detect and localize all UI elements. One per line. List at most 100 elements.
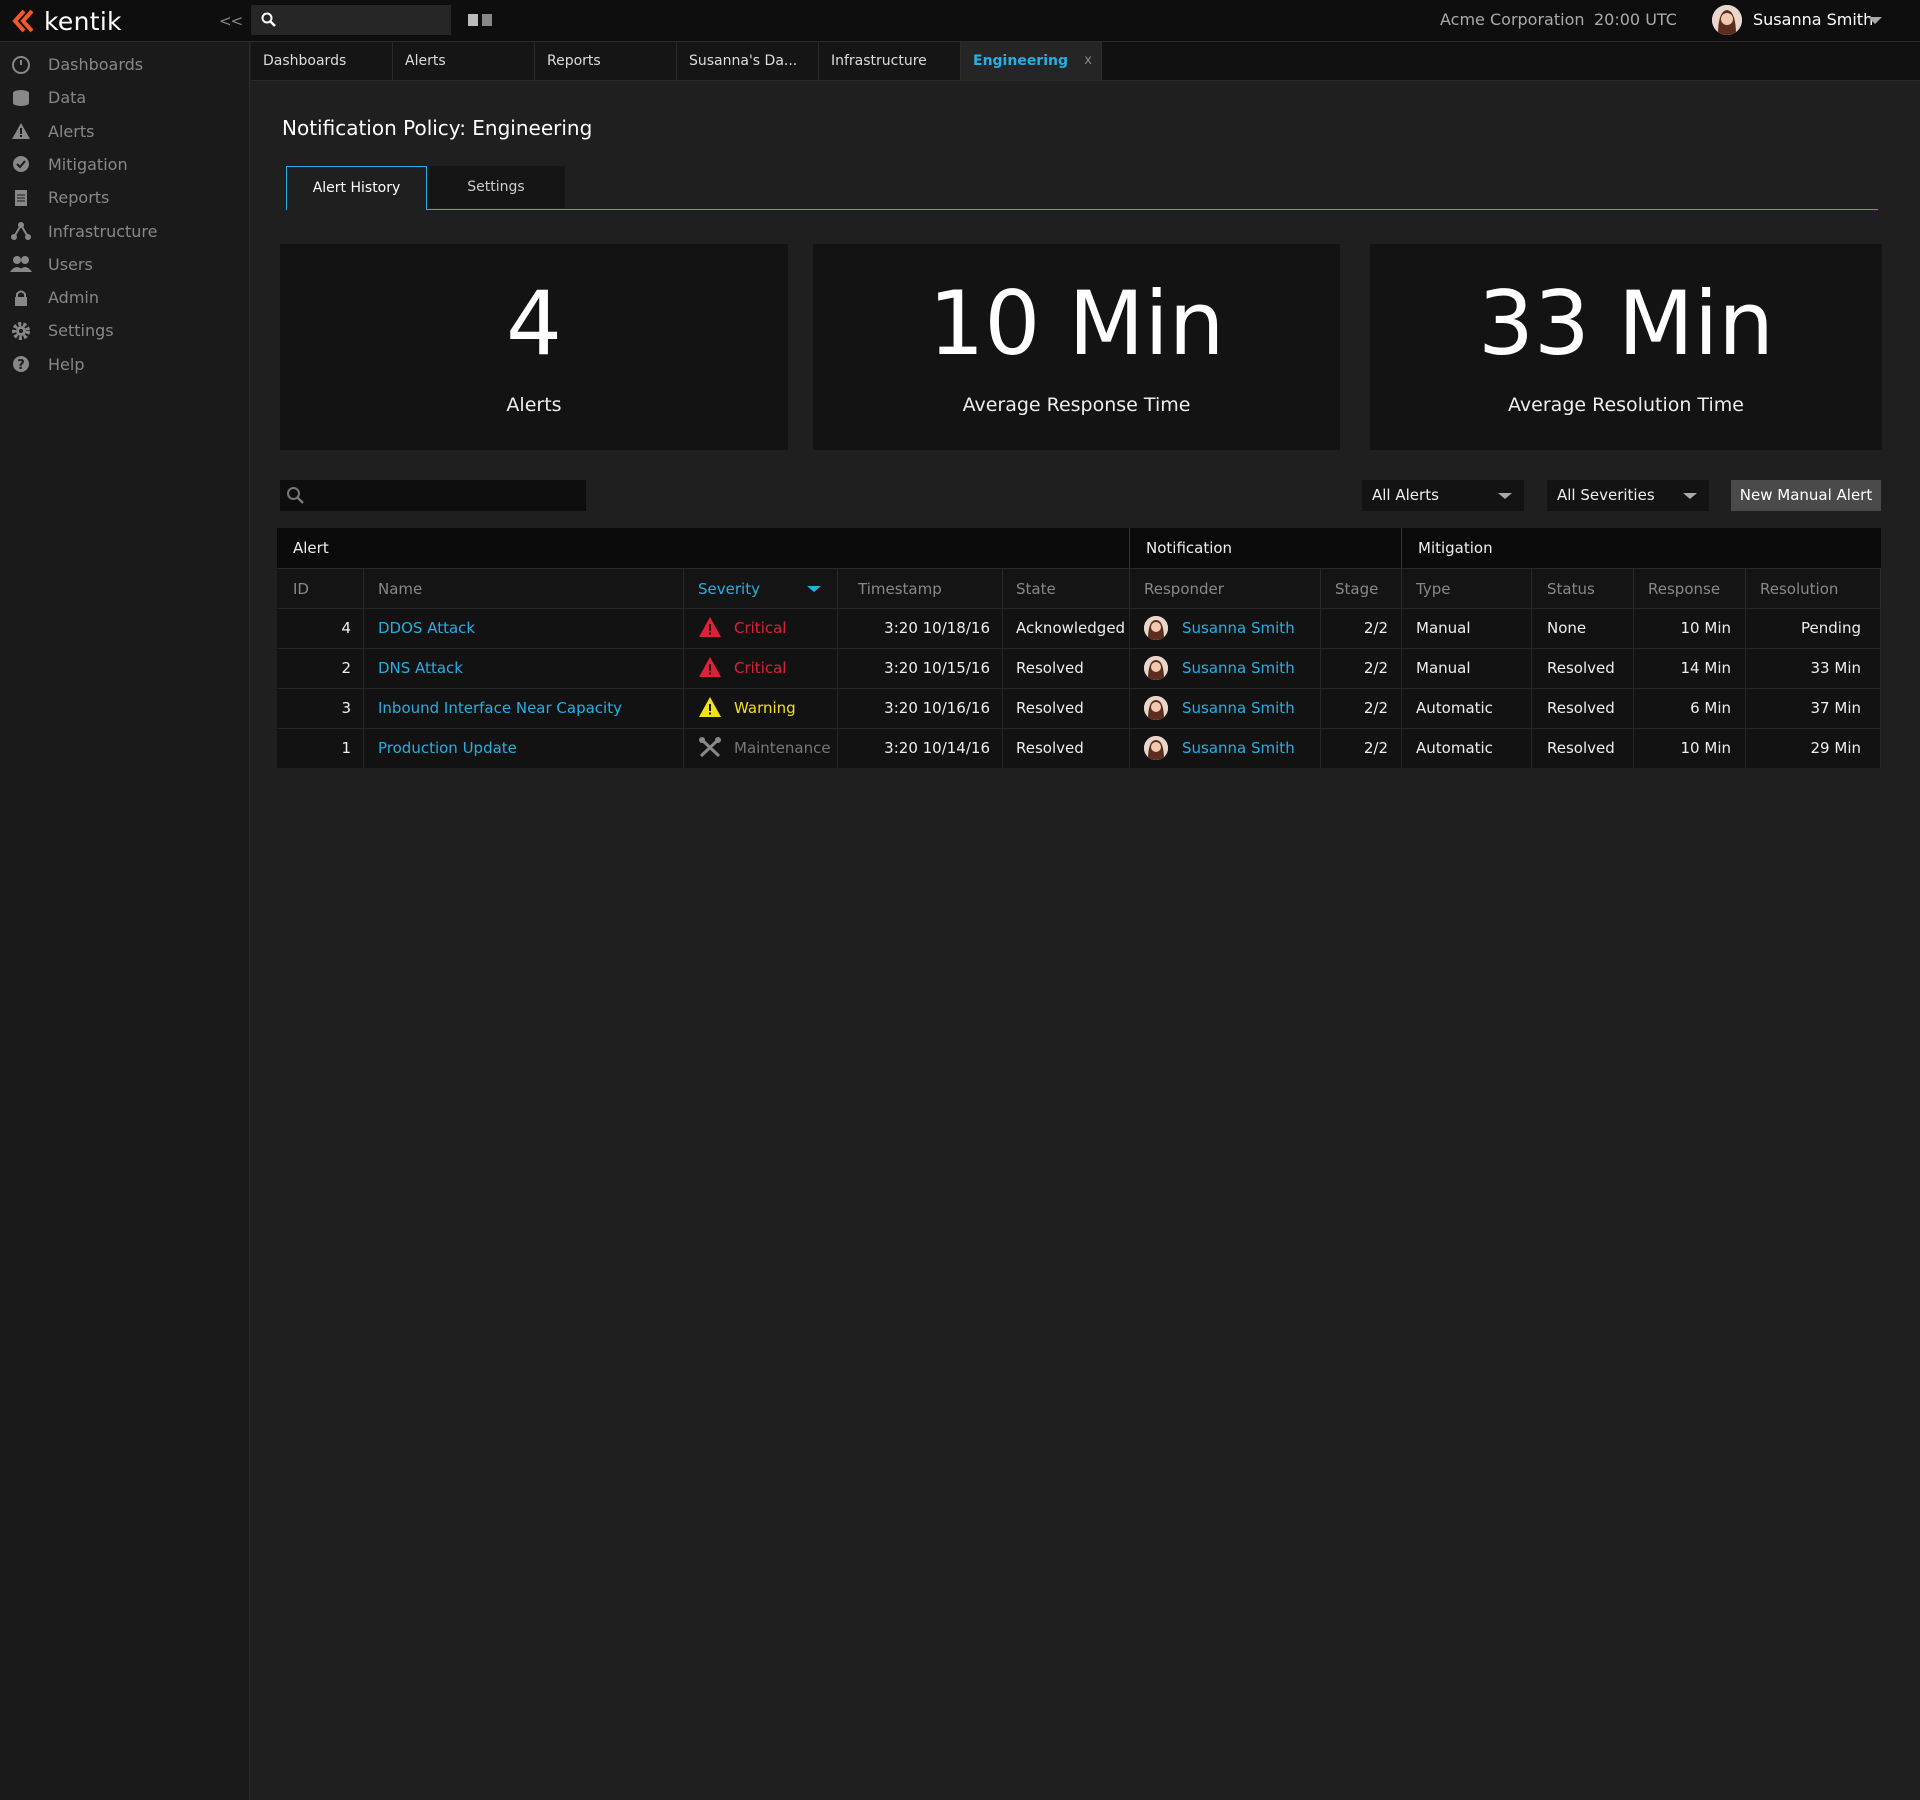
responder-text[interactable]: Susanna Smith (1182, 659, 1295, 677)
sidebar-item-infrastructure[interactable]: Infrastructure (0, 215, 249, 248)
critical-warning-icon (698, 656, 734, 677)
cell-name[interactable]: DNS Attack (364, 649, 684, 688)
id-text: 3 (341, 699, 351, 717)
sidebar-item-help[interactable]: ? Help (0, 348, 249, 381)
collapse-sidebar-button[interactable]: << (219, 12, 243, 30)
sidebar-item-settings[interactable]: Settings (0, 314, 249, 347)
cell-responder[interactable]: Susanna Smith (1130, 609, 1321, 648)
column-header-severity[interactable]: Severity (684, 568, 838, 608)
sidebar-item-label: Settings (48, 321, 114, 341)
cell-timestamp: 3:20 10/18/16 (838, 609, 1003, 648)
column-header-stage[interactable]: Stage (1321, 568, 1402, 608)
name-text[interactable]: DDOS Attack (378, 619, 475, 637)
sidebar-item-users[interactable]: Users (0, 248, 249, 281)
column-header-responder[interactable]: Responder (1130, 568, 1321, 608)
column-header-state[interactable]: State (1003, 568, 1130, 608)
column-header-id[interactable]: ID (277, 568, 364, 608)
user-avatar[interactable] (1712, 5, 1742, 35)
stat-card-resolution-time: 33 Min Average Resolution Time (1370, 244, 1882, 450)
timestamp-text: 3:20 10/16/16 (884, 699, 990, 717)
chevron-down-icon (1498, 493, 1512, 499)
resolution-text: 33 Min (1810, 659, 1861, 677)
name-text[interactable]: Production Update (378, 739, 517, 757)
sidebar-item-reports[interactable]: Reports (0, 181, 249, 214)
sidebar-item-mitigation[interactable]: Mitigation (0, 148, 249, 181)
cell-id: 1 (277, 729, 364, 768)
name-text[interactable]: DNS Attack (378, 659, 463, 677)
tab-reports[interactable]: Reports (535, 42, 677, 80)
tab-infrastructure[interactable]: Infrastructure (819, 42, 961, 80)
tab-alerts[interactable]: Alerts (393, 42, 535, 80)
cell-name[interactable]: Inbound Interface Near Capacity (364, 689, 684, 728)
tab-susanna-s-da[interactable]: Susanna's Da... (677, 42, 819, 80)
column-header-timestamp[interactable]: Timestamp (838, 568, 1003, 608)
stage-text: 2/2 (1363, 659, 1388, 677)
column-header-label: Responder (1144, 580, 1224, 598)
table-row[interactable]: 2 DNS Attack Critical 3:20 10/15/16 Resolved… (277, 648, 1881, 688)
sidebar-item-alerts[interactable]: Alerts (0, 115, 249, 148)
sort-desc-icon[interactable] (807, 586, 821, 592)
column-header-name[interactable]: Name (364, 568, 684, 608)
table-row[interactable]: 3 Inbound Interface Near Capacity Warning 3… (277, 688, 1881, 728)
column-header-label: Timestamp (858, 580, 942, 598)
cell-name[interactable]: DDOS Attack (364, 609, 684, 648)
table-search-input[interactable] (280, 480, 586, 511)
responder-text[interactable]: Susanna Smith (1182, 739, 1295, 757)
new-manual-alert-button[interactable]: New Manual Alert (1731, 480, 1881, 511)
id-text: 4 (341, 619, 351, 637)
sidebar-item-dashboards[interactable]: Dashboards (0, 48, 249, 81)
column-header-label: Severity (698, 580, 760, 598)
user-menu-caret-icon[interactable] (1868, 17, 1882, 24)
svg-text:?: ? (17, 358, 25, 373)
cell-name[interactable]: Production Update (364, 729, 684, 768)
sidebar-item-admin[interactable]: Admin (0, 281, 249, 314)
stage-text: 2/2 (1363, 739, 1388, 757)
column-header-label: ID (293, 580, 309, 598)
status-text: Resolved (1547, 659, 1615, 677)
tab-label: Reports (547, 53, 601, 69)
cell-responder[interactable]: Susanna Smith (1130, 689, 1321, 728)
wrench-icon (698, 736, 734, 757)
column-header-status[interactable]: Status (1532, 568, 1634, 608)
cell-type: Automatic (1402, 689, 1532, 728)
responder-avatar (1144, 615, 1168, 640)
cell-responder[interactable]: Susanna Smith (1130, 649, 1321, 688)
alert-type-dropdown[interactable]: All Alerts (1362, 480, 1524, 511)
document-icon (10, 187, 32, 209)
severity-text: Critical (734, 659, 787, 677)
group-header-notification: Notification (1130, 528, 1402, 568)
tab-label: Dashboards (263, 53, 347, 69)
responder-text[interactable]: Susanna Smith (1182, 699, 1295, 717)
column-header-response[interactable]: Response (1634, 568, 1746, 608)
name-text[interactable]: Inbound Interface Near Capacity (378, 699, 622, 717)
group-header-mitigation: Mitigation (1402, 528, 1881, 568)
check-circle-icon (10, 153, 32, 175)
kentik-logo[interactable]: kentik (10, 6, 122, 36)
view-toggle[interactable] (468, 14, 492, 26)
tab-dashboards[interactable]: Dashboards (251, 42, 393, 80)
column-header-type[interactable]: Type (1402, 568, 1532, 608)
sidebar-item-label: Data (48, 88, 87, 108)
users-icon (10, 253, 32, 275)
cell-stage: 2/2 (1321, 729, 1402, 768)
stat-card-alerts: 4 Alerts (280, 244, 788, 450)
table-row[interactable]: 4 DDOS Attack Critical 3:20 10/18/16 Acknowl… (277, 608, 1881, 648)
sidebar-item-data[interactable]: Data (0, 81, 249, 114)
global-search-input[interactable] (251, 5, 451, 35)
subtab-alert-history[interactable]: Alert History (286, 166, 427, 210)
column-header-resolution[interactable]: Resolution (1746, 568, 1881, 608)
cell-responder[interactable]: Susanna Smith (1130, 729, 1321, 768)
severity-dropdown[interactable]: All Severities (1547, 480, 1709, 511)
sidebar-item-label: Users (48, 254, 93, 274)
resolution-text: Pending (1801, 619, 1861, 637)
responder-text[interactable]: Susanna Smith (1182, 619, 1295, 637)
tab-engineering[interactable]: Engineering x (961, 42, 1102, 80)
table-row[interactable]: 1 Production Update Maintenance 3:20 10/14/… (277, 728, 1881, 768)
subtab-settings[interactable]: Settings (427, 166, 565, 208)
type-text: Automatic (1416, 699, 1493, 717)
page-title: Notification Policy: Engineering (282, 116, 593, 140)
close-tab-icon[interactable]: x (1084, 42, 1092, 80)
cell-id: 2 (277, 649, 364, 688)
user-name[interactable]: Susanna Smith (1753, 10, 1873, 29)
cell-id: 3 (277, 689, 364, 728)
